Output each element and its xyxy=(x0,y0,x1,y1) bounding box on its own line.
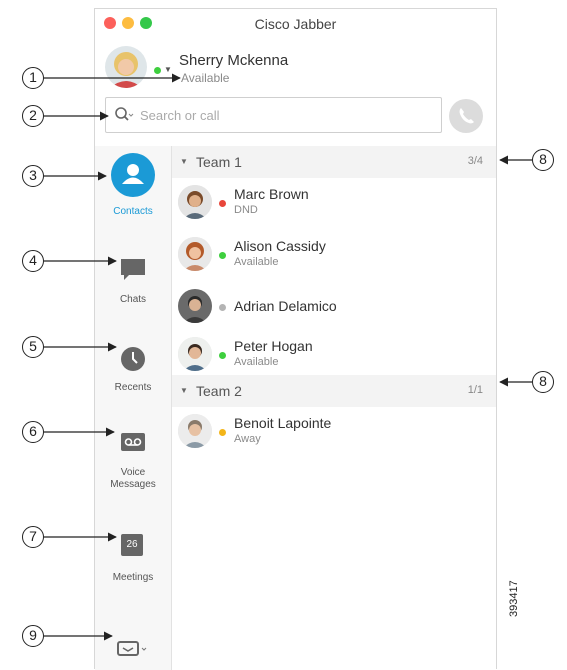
callout-2: 2 xyxy=(22,105,44,127)
figure-number: 393417 xyxy=(508,580,520,617)
callout-6: 6 xyxy=(22,421,44,443)
callout-4: 4 xyxy=(22,250,44,272)
callout-9: 9 xyxy=(22,625,44,647)
callout-3: 3 xyxy=(22,165,44,187)
callout-1: 1 xyxy=(22,67,44,89)
callout-7: 7 xyxy=(22,526,44,548)
callout-8-team2: 8 xyxy=(532,371,554,393)
callout-5: 5 xyxy=(22,336,44,358)
callout-8-team1: 8 xyxy=(532,149,554,171)
callout-arrows xyxy=(44,73,532,641)
